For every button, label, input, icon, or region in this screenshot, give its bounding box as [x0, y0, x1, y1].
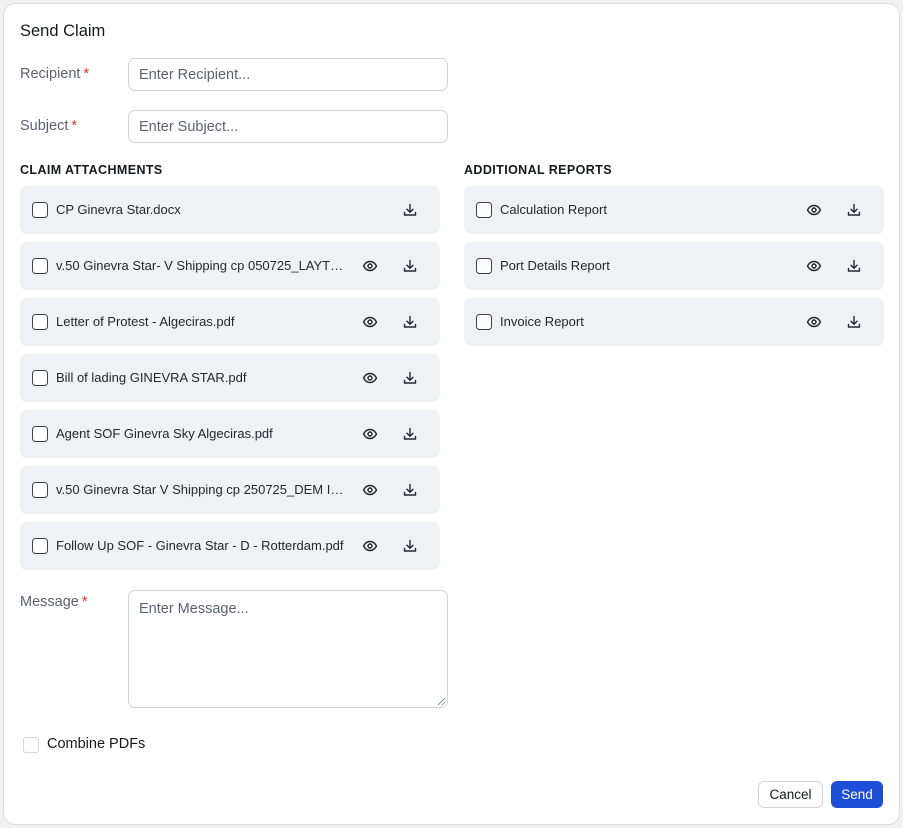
eye-icon[interactable]: [360, 256, 380, 276]
dialog-title: Send Claim: [20, 22, 106, 40]
required-mark: *: [83, 66, 90, 82]
report-row: Invoice Report: [464, 298, 884, 346]
required-mark: *: [81, 594, 88, 610]
eye-icon[interactable]: [360, 368, 380, 388]
attachment-row: Agent SOF Ginevra Sky Algeciras.pdf: [20, 410, 440, 458]
attachment-name: Bill of lading GINEVRA STAR.pdf: [56, 370, 247, 385]
recipient-label: Recipient *: [20, 66, 89, 82]
attachment-row: Follow Up SOF - Ginevra Star - D - Rotte…: [20, 522, 440, 570]
attachment-checkbox[interactable]: [32, 538, 48, 554]
report-checkbox[interactable]: [476, 314, 492, 330]
subject-label: Subject *: [20, 118, 77, 134]
send-claim-dialog: Send Claim Recipient* Subject* CLAIM ATT…: [3, 3, 900, 825]
download-icon[interactable]: [844, 200, 864, 220]
attachment-checkbox[interactable]: [32, 314, 48, 330]
combine-pdfs-checkbox[interactable]: [23, 737, 39, 753]
recipient-input[interactable]: [128, 58, 448, 91]
attachment-row: v.50 Ginevra Star V Shipping cp 250725_D…: [20, 466, 440, 514]
eye-icon[interactable]: [804, 312, 824, 332]
resize-grip-icon[interactable]: [437, 697, 446, 706]
additional-reports-list: Calculation Report Port Details Report Inv…: [464, 186, 884, 346]
message-textarea[interactable]: [128, 590, 448, 708]
report-name: Port Details Report: [500, 258, 610, 273]
report-row: Port Details Report: [464, 242, 884, 290]
required-mark: *: [71, 118, 78, 134]
eye-icon[interactable]: [360, 312, 380, 332]
message-label: Message *: [20, 594, 88, 610]
attachment-name: Letter of Protest - Algeciras.pdf: [56, 314, 235, 329]
message-label-text: Message: [20, 594, 79, 610]
download-icon[interactable]: [400, 424, 420, 444]
report-checkbox[interactable]: [476, 258, 492, 274]
claim-attachments-heading: CLAIM ATTACHMENTS: [20, 163, 163, 177]
combine-pdfs-label[interactable]: Combine PDFs: [47, 736, 145, 752]
eye-icon[interactable]: [360, 424, 380, 444]
download-icon[interactable]: [400, 312, 420, 332]
report-name: Invoice Report: [500, 314, 584, 329]
additional-reports-heading: ADDITIONAL REPORTS: [464, 163, 612, 177]
attachment-name: Agent SOF Ginevra Sky Algeciras.pdf: [56, 426, 273, 441]
download-icon[interactable]: [400, 368, 420, 388]
eye-icon[interactable]: [360, 536, 380, 556]
download-icon[interactable]: [844, 312, 864, 332]
recipient-label-text: Recipient: [20, 66, 81, 82]
report-name: Calculation Report: [500, 202, 607, 217]
subject-label-text: Subject: [20, 118, 69, 134]
eye-icon[interactable]: [360, 480, 380, 500]
claim-attachments-list: CP Ginevra Star.docx v.50 Ginevra Star- V…: [20, 186, 440, 570]
download-icon[interactable]: [400, 536, 420, 556]
report-checkbox[interactable]: [476, 202, 492, 218]
attachment-checkbox[interactable]: [32, 202, 48, 218]
attachment-checkbox[interactable]: [32, 370, 48, 386]
report-row: Calculation Report: [464, 186, 884, 234]
attachment-row: Letter of Protest - Algeciras.pdf: [20, 298, 440, 346]
eye-icon[interactable]: [804, 200, 824, 220]
send-button[interactable]: Send: [831, 781, 883, 808]
cancel-button[interactable]: Cancel: [758, 781, 823, 808]
attachment-name: Follow Up SOF - Ginevra Star - D - Rotte…: [56, 538, 344, 553]
attachment-name: CP Ginevra Star.docx: [56, 202, 181, 217]
subject-input[interactable]: [128, 110, 448, 143]
attachment-row: v.50 Ginevra Star- V Shipping cp 050725_…: [20, 242, 440, 290]
download-icon[interactable]: [400, 256, 420, 276]
attachment-row: CP Ginevra Star.docx: [20, 186, 440, 234]
attachment-name: v.50 Ginevra Star- V Shipping cp 050725_…: [56, 258, 344, 273]
download-icon[interactable]: [400, 200, 420, 220]
attachment-checkbox[interactable]: [32, 482, 48, 498]
eye-icon[interactable]: [804, 256, 824, 276]
download-icon[interactable]: [400, 480, 420, 500]
attachment-checkbox[interactable]: [32, 258, 48, 274]
attachment-row: Bill of lading GINEVRA STAR.pdf: [20, 354, 440, 402]
attachment-name: v.50 Ginevra Star V Shipping cp 250725_D…: [56, 482, 344, 497]
download-icon[interactable]: [844, 256, 864, 276]
attachment-checkbox[interactable]: [32, 426, 48, 442]
